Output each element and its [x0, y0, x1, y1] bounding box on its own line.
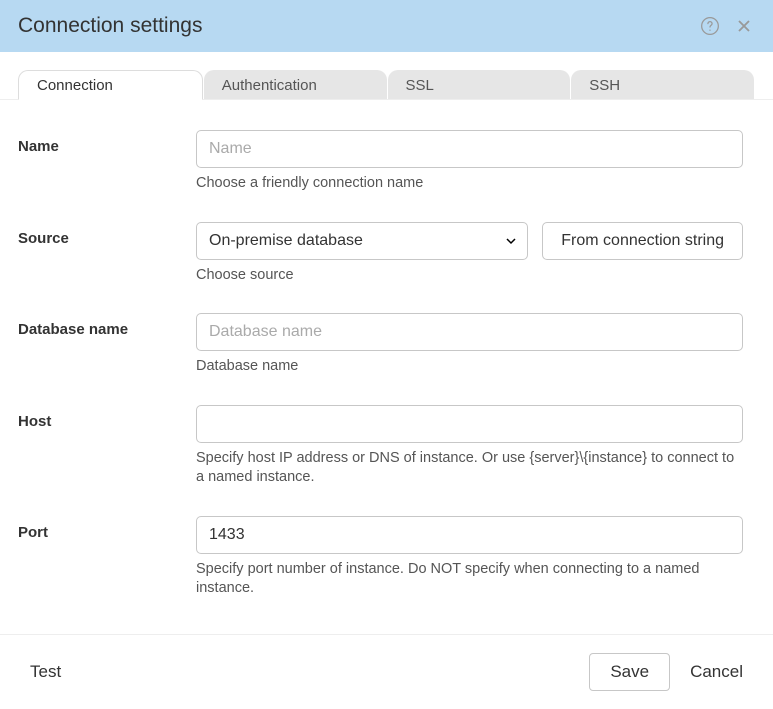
dialog-title: Connection settings [18, 14, 202, 38]
database-name-input[interactable] [196, 313, 743, 351]
dialog-footer: Test Save Cancel [0, 634, 773, 709]
source-select[interactable]: On-premise database [196, 222, 528, 260]
label-port: Port [18, 516, 196, 541]
helper-source: Choose source [196, 266, 743, 286]
row-host: Host Specify host IP address or DNS of i… [18, 405, 743, 488]
test-button[interactable]: Test [30, 662, 61, 682]
tab-connection[interactable]: Connection [18, 70, 203, 100]
row-port: Port Specify port number of instance. Do… [18, 516, 743, 599]
tab-label: SSH [589, 77, 620, 94]
cancel-button[interactable]: Cancel [690, 662, 743, 682]
close-icon[interactable] [733, 15, 755, 37]
row-database-name: Database name Database name [18, 313, 743, 377]
row-source: Source On-premise database From connecti… [18, 222, 743, 286]
tab-label: Authentication [222, 77, 317, 94]
header-icons [699, 15, 755, 37]
tab-bar: Connection Authentication SSL SSH [0, 70, 773, 100]
helper-host: Specify host IP address or DNS of instan… [196, 449, 743, 488]
helper-name: Choose a friendly connection name [196, 174, 743, 194]
port-input[interactable] [196, 516, 743, 554]
save-button[interactable]: Save [589, 653, 670, 691]
helper-database-name: Database name [196, 357, 743, 377]
tab-label: SSL [406, 77, 434, 94]
tab-label: Connection [37, 77, 113, 94]
from-connection-string-button[interactable]: From connection string [542, 222, 743, 260]
dialog-header: Connection settings [0, 0, 773, 52]
row-name: Name Choose a friendly connection name [18, 130, 743, 194]
host-input[interactable] [196, 405, 743, 443]
helper-port: Specify port number of instance. Do NOT … [196, 560, 743, 599]
tab-authentication[interactable]: Authentication [204, 70, 387, 100]
form-area: Name Choose a friendly connection name S… [0, 100, 773, 634]
label-database-name: Database name [18, 313, 196, 338]
help-icon[interactable] [699, 15, 721, 37]
label-source: Source [18, 222, 196, 247]
tab-ssl[interactable]: SSL [388, 70, 571, 100]
name-input[interactable] [196, 130, 743, 168]
label-name: Name [18, 130, 196, 155]
tab-ssh[interactable]: SSH [571, 70, 754, 100]
label-host: Host [18, 405, 196, 430]
